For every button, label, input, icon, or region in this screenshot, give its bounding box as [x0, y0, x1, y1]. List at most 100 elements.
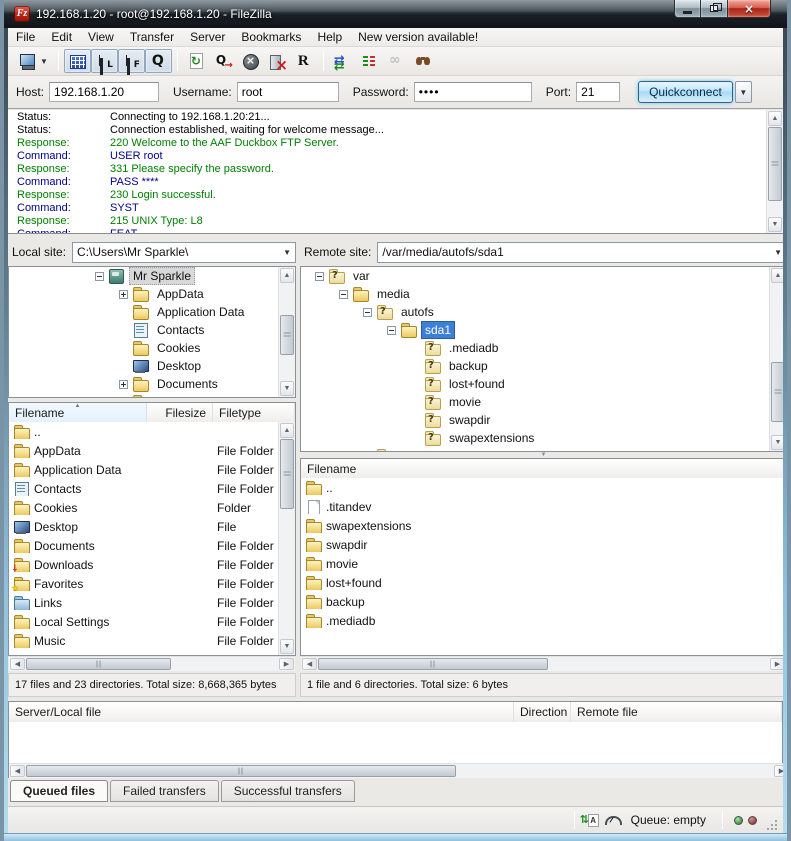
tree-item-var[interactable]: ?var [301, 267, 769, 285]
tree-item-autofs[interactable]: ?autofs [301, 303, 769, 321]
queue-hscrollbar[interactable]: ◀ ▶ [9, 763, 790, 778]
menu-item-transfer[interactable]: Transfer [122, 29, 182, 45]
local-site-combo[interactable]: C:\Users\Mr Sparkle\ ▼ [72, 242, 296, 263]
collapse-icon[interactable] [387, 326, 396, 335]
remote-hscrollbar-thumb[interactable] [318, 658, 548, 670]
disconnect-button[interactable] [264, 49, 291, 73]
refresh-button[interactable] [183, 49, 210, 73]
scroll-up-icon[interactable]: ▲ [280, 268, 294, 283]
tree-item-sda1[interactable]: sda1 [301, 321, 769, 339]
tree-item-downloads[interactable]: ↓Downloads [9, 393, 278, 397]
local-list-scrollbar[interactable]: ▲ ▼ [278, 422, 295, 655]
scroll-left-icon[interactable]: ◀ [302, 658, 317, 670]
local-hscrollbar-thumb[interactable] [26, 658, 171, 670]
log-scrollbar-thumb[interactable] [768, 127, 782, 201]
menu-item-file[interactable]: File [8, 29, 43, 45]
scroll-left-icon[interactable]: ◀ [10, 765, 25, 777]
file-row-cookies[interactable]: CookiesFolder [9, 498, 278, 517]
column-header-filetype[interactable]: Filetype [213, 403, 295, 422]
scroll-up-icon[interactable]: ▲ [280, 423, 294, 438]
scroll-right-icon[interactable]: ▶ [279, 658, 294, 670]
file-row-downloads[interactable]: ↓DownloadsFile Folder [9, 555, 278, 574]
scroll-left-icon[interactable]: ◀ [10, 658, 25, 670]
tree-item--mediadb[interactable]: ?.mediadb [301, 339, 769, 357]
file-row-backup[interactable]: backup [301, 592, 786, 611]
tab-queued-files[interactable]: Queued files [10, 780, 108, 802]
local-list-scrollbar-thumb[interactable] [280, 439, 294, 509]
tree-item-desktop[interactable]: Desktop [9, 357, 278, 375]
resize-grip[interactable] [765, 818, 777, 830]
tree-item-application-data[interactable]: Application Data [9, 303, 278, 321]
file-row--[interactable]: .. [301, 478, 786, 497]
local-tree-scrollbar[interactable]: ▲ ▼ [278, 267, 295, 397]
column-header-remote-file[interactable]: Remote file [571, 702, 782, 722]
tree-item-backup[interactable]: ?backup [301, 357, 769, 375]
file-row--titandev[interactable]: .titandev [301, 497, 786, 516]
file-row-local-settings[interactable]: Local SettingsFile Folder [9, 612, 278, 631]
collapse-icon[interactable] [315, 272, 324, 281]
tab-failed-transfers[interactable]: Failed transfers [110, 780, 219, 802]
remote-site-combo[interactable]: /var/media/autofs/sda1 ▼ [377, 242, 787, 263]
synchronized-browsing-button[interactable] [356, 49, 383, 73]
file-row-links[interactable]: LinksFile Folder [9, 593, 278, 612]
file-row-desktop[interactable]: DesktopFile [9, 517, 278, 536]
transfer-type-icon[interactable] [581, 812, 599, 828]
toggle-remote-tree-button[interactable] [118, 49, 145, 73]
username-input[interactable] [237, 82, 339, 102]
password-input[interactable] [414, 82, 532, 102]
collapse-icon[interactable] [363, 308, 372, 317]
tree-item-contacts[interactable]: Contacts [9, 321, 278, 339]
menu-item-new-version-available[interactable]: New version available! [350, 29, 486, 45]
tab-successful-transfers[interactable]: Successful transfers [221, 780, 355, 802]
file-row-appdata[interactable]: AppDataFile Folder [9, 441, 278, 460]
directory-comparison-button[interactable] [329, 49, 356, 73]
tree-item-swapdir[interactable]: ?swapdir [301, 411, 769, 429]
file-row--mediadb[interactable]: .mediadb [301, 611, 786, 630]
file-row-lost-found[interactable]: lost+found [301, 573, 786, 592]
local-tree-scrollbar-thumb[interactable] [280, 315, 294, 355]
restore-button[interactable] [701, 0, 728, 18]
scroll-down-icon[interactable]: ▼ [768, 217, 782, 232]
toggle-queue-button[interactable] [145, 49, 172, 73]
menu-item-bookmarks[interactable]: Bookmarks [233, 29, 309, 45]
menu-item-server[interactable]: Server [182, 29, 233, 45]
tree-item-media[interactable]: media [301, 285, 769, 303]
toggle-local-tree-button[interactable] [91, 49, 118, 73]
process-queue-button[interactable] [210, 49, 237, 73]
toggle-message-log-button[interactable] [64, 49, 91, 73]
file-row-contacts[interactable]: ContactsFile Folder [9, 479, 278, 498]
file-row-swapextensions[interactable]: swapextensions [301, 516, 786, 535]
link-button[interactable] [383, 49, 410, 73]
scroll-up-icon[interactable]: ▲ [768, 111, 782, 126]
cancel-operation-button[interactable] [237, 49, 264, 73]
tree-item-mr-sparkle[interactable]: Mr Sparkle [9, 267, 278, 285]
collapse-icon[interactable] [339, 290, 348, 299]
tree-item-dvd[interactable]: ?dvd [301, 447, 769, 451]
menu-item-view[interactable]: View [80, 29, 122, 45]
file-row--[interactable]: .. [9, 422, 278, 441]
minimize-button[interactable] [674, 0, 701, 18]
port-input[interactable] [576, 82, 620, 102]
file-row-music[interactable]: MusicFile Folder [9, 631, 278, 650]
column-header-server-local-file[interactable]: Server/Local file [9, 702, 514, 722]
tree-item-appdata[interactable]: AppData [9, 285, 278, 303]
column-header-direction[interactable]: Direction [514, 702, 571, 722]
remote-list-hscrollbar[interactable]: ◀ ▶ [301, 656, 786, 671]
speed-limit-icon[interactable] [603, 812, 621, 828]
tree-item-lost-found[interactable]: ?lost+found [301, 375, 769, 393]
file-row-application-data[interactable]: Application DataFile Folder [9, 460, 278, 479]
menu-item-help[interactable]: Help [309, 29, 350, 45]
queue-hscrollbar-thumb[interactable] [26, 765, 456, 777]
tree-item-swapextensions[interactable]: ?swapextensions [301, 429, 769, 447]
file-row-movie[interactable]: movie [301, 554, 786, 573]
tree-item-movie[interactable]: ?movie [301, 393, 769, 411]
reconnect-button[interactable] [291, 49, 318, 73]
site-manager-button[interactable]: ▼ [14, 49, 53, 73]
log-scrollbar[interactable]: ▲ ▼ [766, 110, 783, 233]
quickconnect-button[interactable]: Quickconnect [638, 81, 733, 103]
column-header-filename[interactable]: Filename [301, 459, 786, 478]
close-button[interactable]: × [728, 0, 771, 18]
column-header-filesize[interactable]: Filesize [147, 403, 213, 422]
column-header-filename[interactable]: Filename ▲ [9, 403, 147, 422]
file-search-button[interactable] [410, 49, 437, 73]
